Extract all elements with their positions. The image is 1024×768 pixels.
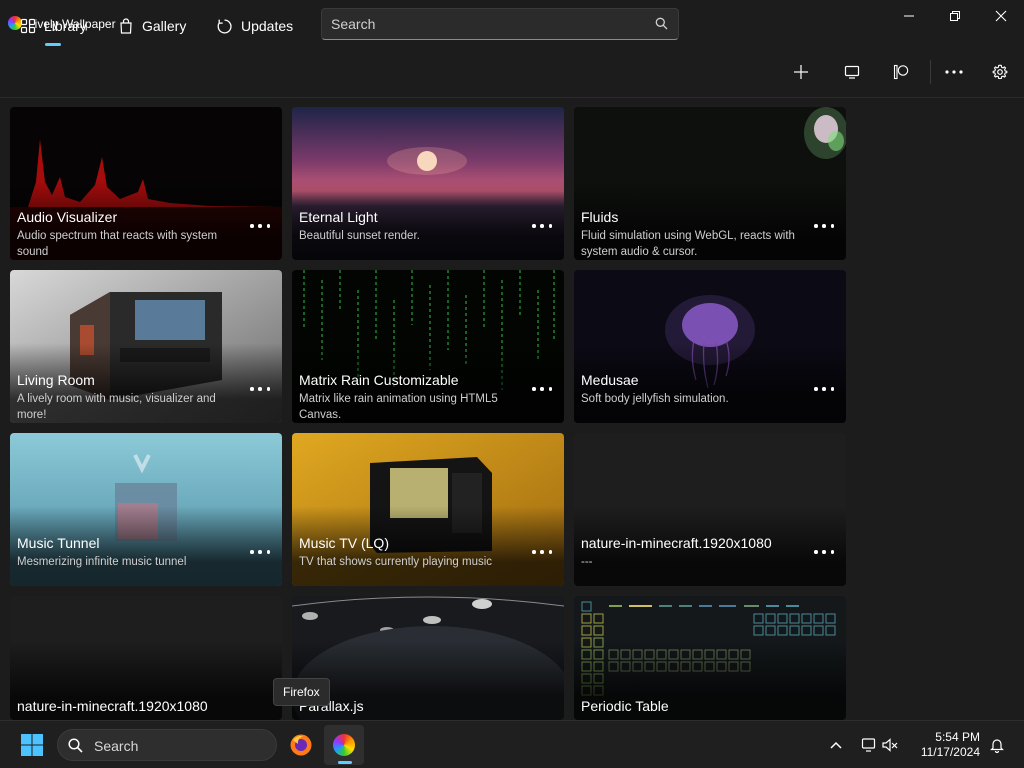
wallpaper-title: Eternal Light bbox=[299, 209, 378, 225]
running-indicator bbox=[338, 761, 352, 764]
firefox-tooltip: Firefox bbox=[273, 678, 330, 706]
wallpaper-card[interactable]: nature-in-minecraft.1920x1080 --- bbox=[574, 433, 846, 586]
clock-time: 5:54 PM bbox=[935, 730, 980, 744]
refresh-icon bbox=[217, 18, 232, 34]
wallpaper-title: Periodic Table bbox=[581, 698, 669, 714]
more-icon bbox=[945, 70, 963, 74]
wallpaper-description: Fluid simulation using WebGL, reacts wit… bbox=[581, 230, 795, 258]
wallpaper-description: Matrix like rain animation using HTML5 C… bbox=[299, 393, 498, 421]
wallpaper-card[interactable]: Music Tunnel Mesmerizing infinite music … bbox=[10, 433, 282, 586]
close-button[interactable] bbox=[978, 0, 1024, 32]
notifications-button[interactable] bbox=[982, 725, 1012, 765]
taskbar-search-label: Search bbox=[94, 738, 139, 754]
wallpaper-title: nature-in-minecraft.1920x1080 bbox=[581, 535, 772, 551]
more-options-button[interactable] bbox=[250, 221, 270, 231]
minimize-button[interactable] bbox=[886, 0, 932, 32]
show-hidden-icons-button[interactable] bbox=[818, 725, 854, 765]
network-icon bbox=[861, 738, 876, 752]
wallpaper-description: Audio spectrum that reacts with system s… bbox=[17, 230, 218, 258]
more-options-button[interactable] bbox=[250, 547, 270, 557]
chevron-up-icon bbox=[830, 741, 842, 749]
add-wallpaper-button[interactable] bbox=[785, 58, 817, 86]
wallpaper-title: Music TV (LQ) bbox=[299, 535, 389, 551]
more-options-button[interactable] bbox=[938, 58, 970, 86]
wallpaper-title: Living Room bbox=[17, 372, 95, 388]
wallpaper-card[interactable]: Parallax.js bbox=[292, 596, 564, 720]
tab-library[interactable]: Library bbox=[20, 14, 87, 46]
wallpaper-description: --- bbox=[581, 556, 593, 568]
wallpaper-description: A lively room with music, visualizer and… bbox=[17, 393, 216, 421]
search-input[interactable] bbox=[331, 15, 641, 33]
wallpaper-description: Beautiful sunset render. bbox=[299, 230, 420, 242]
wallpaper-card[interactable]: Living Room A lively room with music, vi… bbox=[10, 270, 282, 423]
more-options-button[interactable] bbox=[532, 547, 552, 557]
wallpaper-title: Fluids bbox=[581, 209, 619, 225]
wallpaper-card[interactable]: Fluids Fluid simulation using WebGL, rea… bbox=[574, 107, 846, 260]
minimize-icon bbox=[904, 15, 914, 17]
settings-button[interactable] bbox=[984, 58, 1016, 86]
wallpaper-title: Medusae bbox=[581, 372, 639, 388]
network-volume-tray[interactable] bbox=[856, 725, 904, 765]
tab-updates-label: Updates bbox=[241, 18, 294, 34]
search-icon[interactable] bbox=[655, 17, 668, 35]
wallpaper-description: Mesmerizing infinite music tunnel bbox=[17, 556, 187, 568]
bell-icon bbox=[990, 739, 1004, 753]
wallpaper-title: nature-in-minecraft.1920x1080 bbox=[17, 698, 208, 714]
taskbar-lively-wallpaper[interactable] bbox=[324, 725, 364, 765]
search-icon bbox=[68, 738, 83, 753]
patreon-icon bbox=[893, 64, 909, 80]
wallpaper-description: Soft body jellyfish simulation. bbox=[581, 393, 729, 405]
tab-gallery-label: Gallery bbox=[142, 18, 187, 34]
wallpaper-card[interactable]: Music TV (LQ) TV that shows currently pl… bbox=[292, 433, 564, 586]
restore-button[interactable] bbox=[932, 0, 978, 32]
wallpaper-description: TV that shows currently playing music bbox=[299, 556, 493, 568]
firefox-icon bbox=[290, 734, 312, 756]
wallpaper-card[interactable]: Eternal Light Beautiful sunset render. bbox=[292, 107, 564, 260]
more-options-button[interactable] bbox=[814, 547, 834, 557]
toolbar-divider bbox=[930, 60, 931, 84]
tab-updates[interactable]: Updates bbox=[216, 14, 293, 38]
patreon-button[interactable] bbox=[885, 58, 917, 86]
wallpaper-card[interactable]: Medusae Soft body jellyfish simulation. bbox=[574, 270, 846, 423]
grid-icon bbox=[20, 18, 36, 34]
wallpaper-title: Audio Visualizer bbox=[17, 209, 118, 225]
lively-wallpaper-window: Lively Wallpaper Library Gallery Updates bbox=[0, 0, 1024, 720]
wallpaper-card[interactable]: Audio Visualizer Audio spectrum that rea… bbox=[10, 107, 282, 260]
taskbar-clock[interactable]: 5:54 PM 11/17/2024 bbox=[921, 730, 980, 760]
wallpaper-title: Matrix Rain Customizable bbox=[299, 372, 459, 388]
restore-icon bbox=[950, 11, 960, 21]
more-options-button[interactable] bbox=[814, 384, 834, 394]
wallpaper-title: Music Tunnel bbox=[17, 535, 100, 551]
add-icon bbox=[794, 65, 808, 79]
monitor-icon bbox=[844, 65, 860, 79]
wallpaper-card[interactable]: nature-in-minecraft.1920x1080 bbox=[10, 596, 282, 720]
tab-gallery[interactable]: Gallery bbox=[118, 14, 186, 38]
nav-bar bbox=[0, 48, 1024, 98]
selected-tab-indicator bbox=[45, 43, 61, 46]
windows-logo-icon bbox=[21, 734, 43, 756]
more-options-button[interactable] bbox=[532, 384, 552, 394]
wallpaper-card[interactable]: Periodic Table bbox=[574, 596, 846, 720]
speaker-muted-icon bbox=[882, 738, 898, 752]
tab-library-label: Library bbox=[44, 18, 87, 34]
taskbar-search[interactable]: Search bbox=[57, 729, 277, 761]
shopping-bag-icon bbox=[120, 18, 132, 34]
gear-icon bbox=[992, 64, 1008, 80]
start-button[interactable] bbox=[12, 725, 52, 765]
wallpaper-card[interactable]: Matrix Rain Customizable Matrix like rai… bbox=[292, 270, 564, 423]
more-options-button[interactable] bbox=[814, 221, 834, 231]
taskbar-firefox[interactable] bbox=[281, 725, 321, 765]
more-options-button[interactable] bbox=[532, 221, 552, 231]
search-box[interactable] bbox=[321, 8, 679, 40]
more-options-button[interactable] bbox=[250, 384, 270, 394]
lively-logo-icon bbox=[333, 734, 355, 756]
clock-date: 11/17/2024 bbox=[920, 745, 980, 759]
choose-display-button[interactable] bbox=[836, 58, 868, 86]
close-icon bbox=[995, 10, 1007, 22]
taskbar: Search 5:54 PM 11/17/2024 bbox=[0, 720, 1024, 768]
